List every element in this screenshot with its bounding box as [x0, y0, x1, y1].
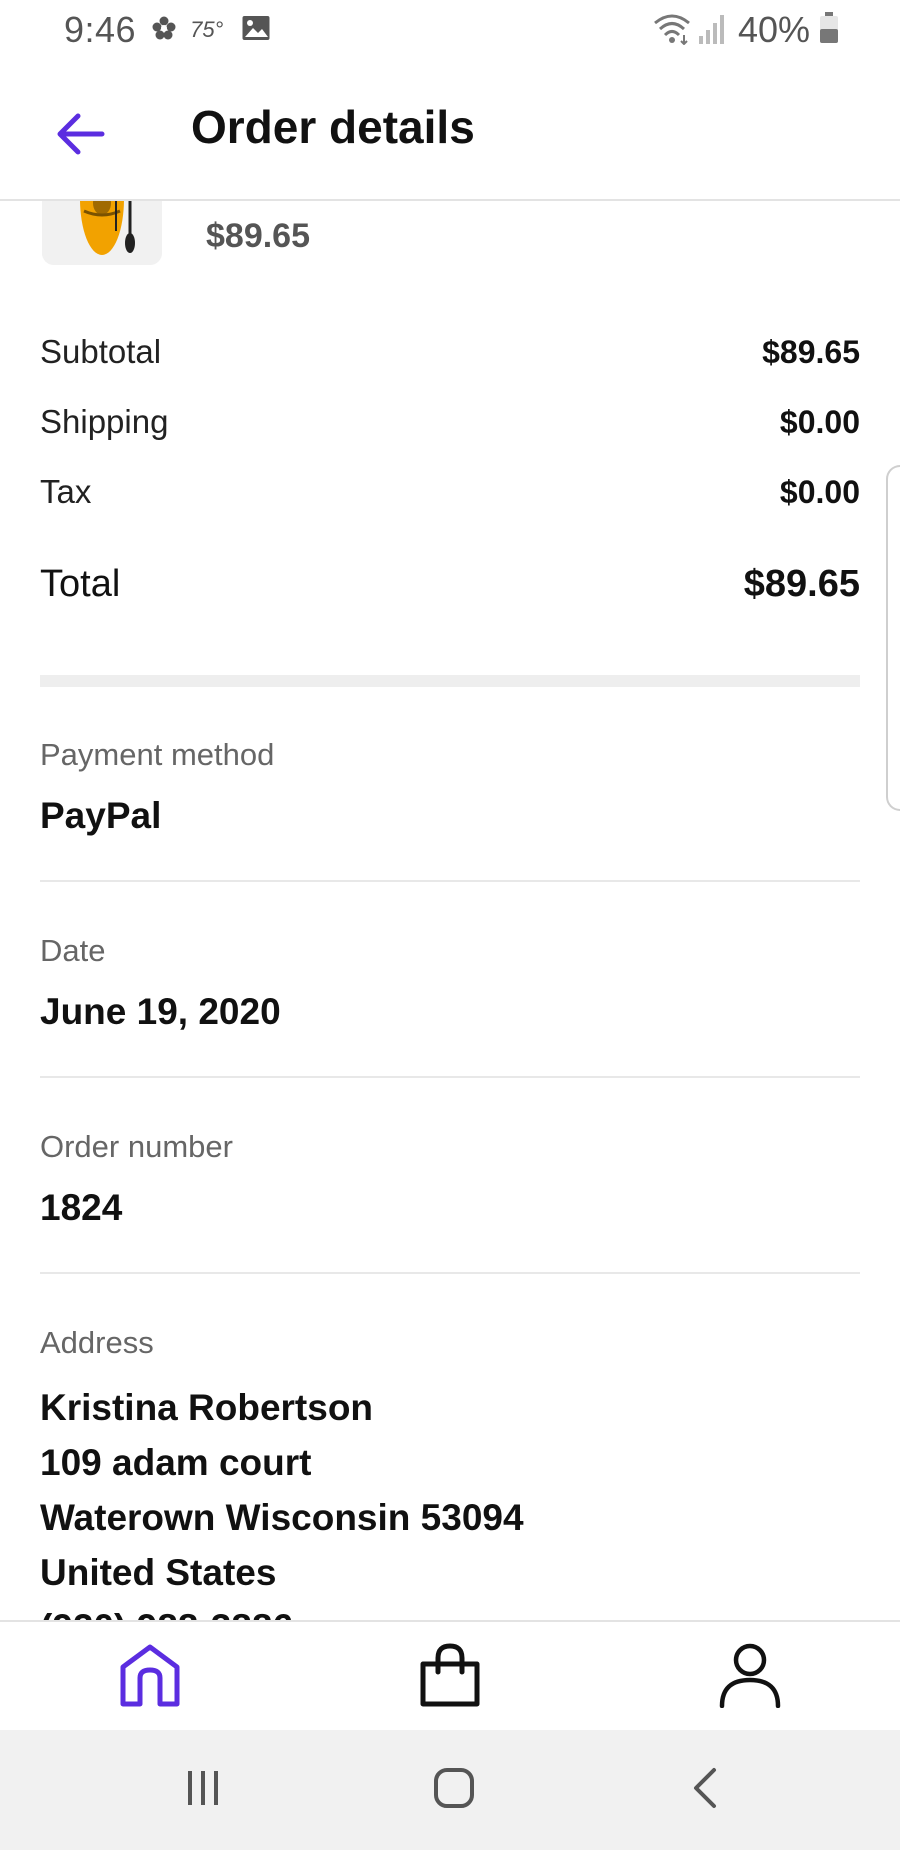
date-value: June 19, 2020 — [40, 991, 281, 1032]
address-street: 109 adam court — [40, 1442, 312, 1483]
subtotal-row: Subtotal $89.65 — [40, 333, 860, 371]
order-item-row[interactable]: $89.65 — [40, 201, 860, 291]
system-back-button[interactable] — [666, 1760, 746, 1820]
bottom-navigation — [0, 1620, 900, 1730]
tax-label: Tax — [40, 473, 92, 510]
home-system-button[interactable] — [414, 1760, 494, 1820]
status-time: 9:46 — [64, 9, 137, 50]
order-number-value: 1824 — [40, 1187, 123, 1228]
system-navigation-bar — [0, 1730, 900, 1850]
address-phone: (920) 988-3886 — [40, 1600, 524, 1620]
page-title: Order details — [191, 101, 475, 153]
total-value: $89.65 — [743, 563, 860, 605]
battery-percentage: 40% — [737, 9, 810, 50]
subtotal-value: $89.65 — [762, 333, 860, 370]
shipping-label: Shipping — [40, 403, 169, 440]
scroll-handle[interactable] — [886, 465, 900, 811]
payment-method-label: Payment method — [40, 737, 275, 772]
shipping-value: $0.00 — [779, 403, 860, 440]
divider — [40, 1076, 860, 1078]
image-icon — [241, 14, 271, 47]
recent-apps-icon — [183, 1768, 223, 1813]
tax-row: Tax $0.00 — [40, 473, 860, 511]
recent-apps-button[interactable] — [163, 1760, 243, 1820]
divider — [40, 880, 860, 882]
status-bar-right: 40% — [638, 8, 840, 52]
address-label: Address — [40, 1325, 154, 1360]
address-name: Kristina Robertson — [40, 1387, 374, 1428]
address-city: Waterown Wisconsin 53094 — [40, 1497, 524, 1538]
status-temperature: 75° — [190, 17, 224, 42]
tax-value: $0.00 — [779, 473, 860, 510]
signal-icon — [698, 12, 728, 49]
nav-home[interactable] — [110, 1640, 190, 1714]
address-country: United States — [40, 1552, 277, 1593]
total-row: Total $89.65 — [40, 563, 860, 606]
product-thumbnail[interactable] — [42, 201, 162, 265]
person-icon — [718, 1642, 782, 1713]
app-bar: Order details — [0, 60, 900, 201]
subtotal-label: Subtotal — [40, 333, 162, 370]
divider — [40, 1272, 860, 1274]
order-number-label: Order number — [40, 1129, 233, 1164]
status-bar-left: 9:46 75° — [64, 8, 271, 52]
home-icon — [118, 1642, 182, 1713]
address-block: Kristina Robertson 109 adam court Watero… — [40, 1380, 524, 1620]
battery-icon — [818, 11, 840, 49]
flower-icon — [150, 14, 178, 47]
product-price: $89.65 — [206, 217, 310, 255]
section-divider — [40, 675, 860, 687]
payment-method-value: PayPal — [40, 795, 162, 836]
shopping-bag-icon — [418, 1642, 482, 1713]
nav-account[interactable] — [710, 1640, 790, 1714]
status-bar: 9:46 75° 40% — [0, 0, 900, 60]
back-button[interactable] — [40, 96, 120, 176]
total-label: Total — [40, 563, 121, 605]
order-details-content[interactable]: $89.65 Subtotal $89.65 Shipping $0.00 Ta… — [0, 201, 900, 1620]
wifi-icon — [652, 11, 692, 50]
nav-shop[interactable] — [410, 1640, 490, 1714]
date-label: Date — [40, 933, 106, 968]
shipping-row: Shipping $0.00 — [40, 403, 860, 441]
home-square-icon — [432, 1766, 476, 1815]
chevron-left-icon — [686, 1766, 726, 1815]
back-arrow-icon — [54, 108, 106, 165]
